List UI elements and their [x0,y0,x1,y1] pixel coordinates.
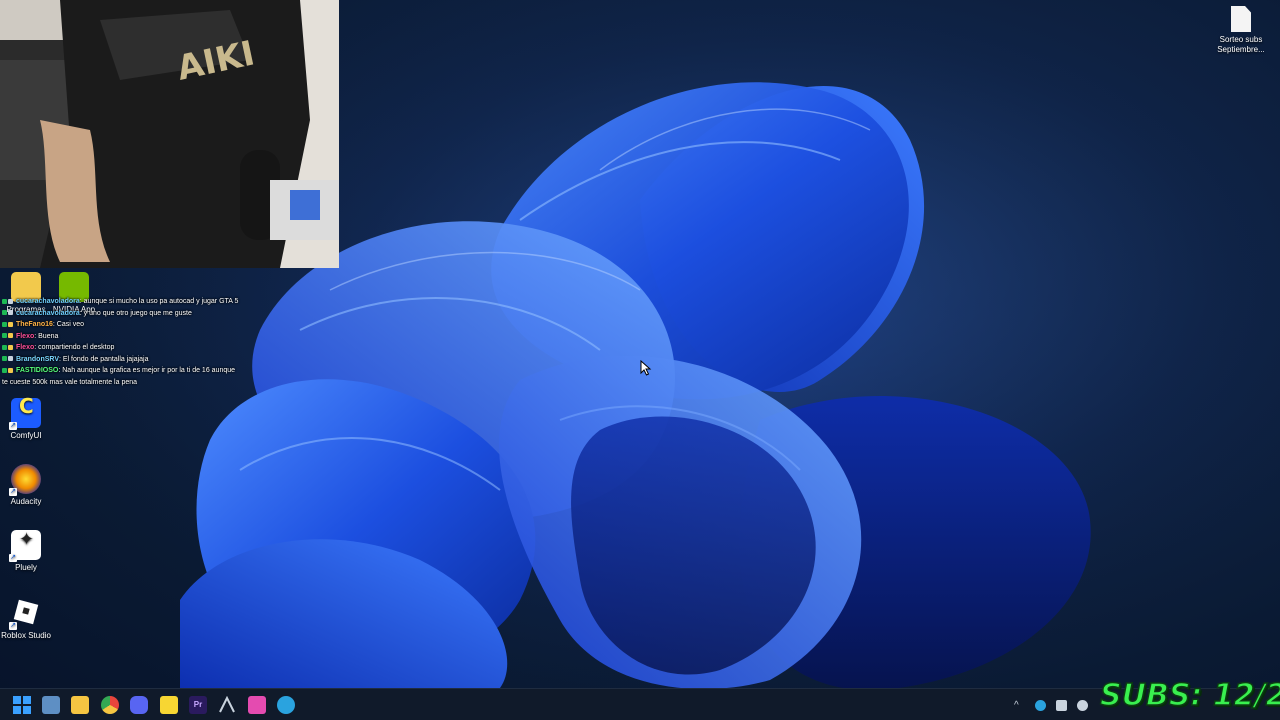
chat-username: BrandonSRV [15,355,59,363]
shortcut-arrow-icon: ↗ [9,488,17,496]
desktop-icon-comfyui[interactable]: C ↗ ComfyUI [0,396,52,441]
sub-badge-icon [8,321,13,327]
sticky-notes-icon[interactable] [160,696,178,714]
chrome-icon[interactable] [101,696,119,714]
sub-badge-icon [8,344,13,350]
sub-badge-icon [8,333,13,339]
taskbar: Pr ^ [0,688,1280,720]
chat-text: : y uno que otro juego que me guste [79,309,192,317]
chat-message: BrandonSRV: El fondo de pantalla jajajaj… [2,354,242,366]
subs-counter: SUBS: 12/25 [1099,677,1280,714]
mod-badge-icon [2,310,7,316]
desktop-icon-roblox-studio[interactable]: ↗ Roblox Studio [0,598,52,641]
desktop-icon-label: Pluely [15,563,37,572]
chevron-up-icon[interactable]: ^ [1014,700,1025,711]
roblox-studio-icon: ↗ [9,598,41,630]
mod-badge-icon [2,367,7,373]
chat-username: TheFano16 [15,321,53,328]
chat-message: cucarachavoladora: y uno que otro juego … [2,308,242,320]
file-explorer-icon[interactable] [71,696,89,714]
chat-message: Flexo: Buena [2,331,242,343]
pluely-icon: ✦ ↗ [9,530,41,562]
mod-badge-icon [2,344,7,350]
app-pink-icon[interactable] [248,696,266,714]
comfyui-icon: C ↗ [9,396,41,430]
mouse-cursor-icon [640,360,652,376]
sub-badge-icon [8,298,13,304]
steam-tray-icon[interactable] [1077,700,1088,711]
stream-chat: cucarachavoladora: aunque si mucho la us… [2,296,242,388]
chat-message: Flexo: compartiendo el desktop [2,342,242,354]
discord-tray-icon[interactable] [1056,700,1067,711]
desktop-file-sorteo[interactable]: Sorteo subs Septiembre... [1212,6,1270,55]
chat-text: : compartiendo el desktop [34,344,115,351]
mod-badge-icon [2,298,7,304]
chat-username: cucarachavoladora [15,298,80,305]
start-icon[interactable] [13,696,31,714]
desktop-screen: AIKI Programas NVIDIA App C ↗ ComfyUI ↗ … [0,0,1280,720]
chat-username: cucarachavoladora [15,309,80,317]
discord-icon[interactable] [130,696,148,714]
task-view-icon[interactable] [42,696,60,714]
autocad-icon[interactable] [218,695,236,714]
sub-badge-icon [8,356,13,362]
telegram-tray-icon[interactable] [1035,700,1046,711]
desktop-icon-pluely[interactable]: ✦ ↗ Pluely [0,530,52,573]
sub-badge-icon [8,310,13,316]
chat-message: cucarachavoladora: aunque si mucho la us… [2,296,242,308]
mod-badge-icon [2,356,7,362]
telegram-icon[interactable] [277,696,295,714]
desktop-icon-audacity[interactable]: ↗ Audacity [0,464,52,507]
document-icon [1231,6,1251,32]
audacity-icon: ↗ [9,464,41,496]
desktop-icon-label: Audacity [10,497,42,506]
chat-username: FASTIDIOSO [15,367,59,374]
webcam-overlay: AIKI [0,0,339,268]
premiere-icon[interactable]: Pr [189,696,207,714]
sub-badge-icon [8,367,13,373]
shortcut-arrow-icon: ↗ [9,422,17,430]
mod-badge-icon [2,321,7,327]
shortcut-arrow-icon: ↗ [9,554,17,562]
desktop-icon-label: Sorteo subs Septiembre... [1217,35,1265,54]
desktop-icon-label: Roblox Studio [1,631,51,640]
chat-text: : aunque si mucho la uso pa autocad y ju… [79,298,239,305]
chat-text: : Buena [34,332,59,340]
chat-username: Flexo [15,332,35,340]
mod-badge-icon [2,333,7,339]
desktop-icon-label: ComfyUI [10,431,42,440]
chat-text: : El fondo de pantalla jajajaja [59,355,149,363]
shortcut-arrow-icon: ↗ [9,622,17,630]
chat-username: Flexo [15,344,35,351]
chat-message: FASTIDIOSO: Nah aunque la grafica es mej… [2,365,242,388]
chat-text: : Casi veo [52,321,85,328]
chat-message: TheFano16: Casi veo [2,319,242,331]
